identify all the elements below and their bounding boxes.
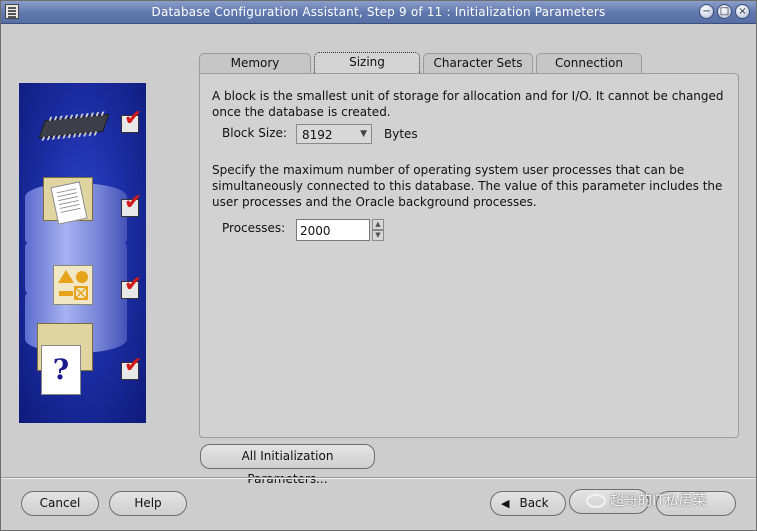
window-title: Database Configuration Assistant, Step 9…: [151, 5, 606, 19]
spin-up-icon[interactable]: ▲: [372, 219, 384, 230]
block-size-label: Block Size:: [222, 126, 287, 140]
processes-label: Processes:: [222, 221, 286, 235]
block-size-unit: Bytes: [384, 127, 418, 141]
wizard-side-graphic: ?: [19, 83, 146, 423]
shapes-icon: [53, 265, 93, 305]
processes-value: 2000: [300, 224, 331, 238]
watermark: 超哥的IT私房菜: [586, 490, 746, 516]
step-check-icon: [121, 272, 142, 299]
block-size-description: A block is the smallest unit of storage …: [212, 89, 724, 119]
tab-connection-mode[interactable]: Connection Mode: [536, 53, 642, 89]
step-check-icon: [121, 353, 142, 380]
watermark-text: 超哥的IT私房菜: [610, 493, 707, 509]
documents-folder-icon: [43, 177, 93, 225]
maximize-icon[interactable]: □: [717, 4, 732, 19]
sizing-panel: A block is the smallest unit of storage …: [199, 73, 739, 438]
block-size-value: 8192: [302, 128, 333, 142]
dbca-window: Database Configuration Assistant, Step 9…: [0, 0, 757, 531]
minimize-icon[interactable]: −: [699, 4, 714, 19]
close-icon[interactable]: ×: [735, 4, 750, 19]
tab-sizing[interactable]: Sizing: [314, 52, 420, 73]
tab-memory[interactable]: Memory: [199, 53, 311, 73]
processes-input[interactable]: 2000: [296, 219, 370, 241]
back-label: Back: [519, 496, 549, 510]
help-button[interactable]: Help: [109, 491, 187, 516]
cancel-button[interactable]: Cancel: [21, 491, 99, 516]
spin-down-icon[interactable]: ▼: [372, 230, 384, 241]
wechat-icon: [586, 494, 606, 508]
footer-divider: [1, 477, 756, 479]
block-size-select[interactable]: 8192 ▼: [296, 124, 372, 144]
title-bar: Database Configuration Assistant, Step 9…: [1, 1, 756, 24]
tab-character-sets[interactable]: Character Sets: [423, 53, 533, 73]
processes-description: Specify the maximum number of operating …: [212, 163, 723, 209]
step-check-icon: [121, 106, 142, 133]
back-button[interactable]: ◀ Back: [490, 491, 566, 516]
step-check-icon: [121, 190, 142, 217]
all-init-params-button[interactable]: All Initialization Parameters...: [200, 444, 375, 486]
memory-chip-icon: [38, 113, 110, 139]
help-document-icon: ?: [41, 345, 81, 395]
chevron-left-icon: ◀: [501, 497, 510, 510]
chevron-down-icon: ▼: [360, 129, 367, 139]
